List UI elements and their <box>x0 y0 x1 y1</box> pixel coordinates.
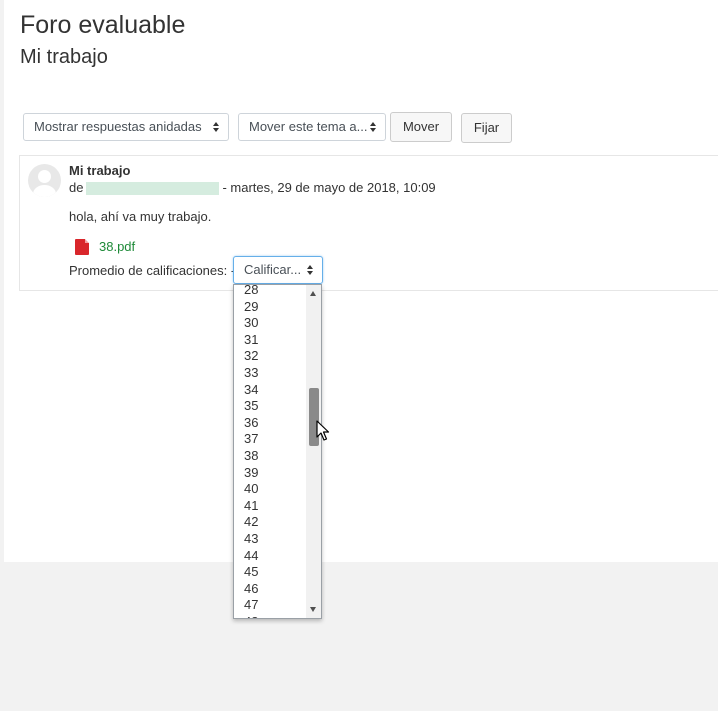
rating-option[interactable]: 28 <box>234 285 306 299</box>
move-button[interactable]: Mover <box>390 112 452 142</box>
scroll-down-arrow-icon[interactable] <box>310 607 316 612</box>
post-author-prefix: de <box>69 180 84 195</box>
mouse-cursor-icon <box>316 420 330 441</box>
rating-dropdown-list[interactable]: 28 29 30 31 32 33 34 35 36 37 38 39 40 41 42 43 44 45 46 47… <box>233 284 322 619</box>
rating-option[interactable]: 47 <box>234 597 306 614</box>
avatar[interactable] <box>28 164 61 197</box>
move-topic-select[interactable]: Mover este tema a... <box>238 113 386 141</box>
select-caret-icon <box>307 265 314 276</box>
scroll-up-arrow-icon[interactable] <box>310 291 316 296</box>
rating-option[interactable]: 30 <box>234 315 306 332</box>
rating-option[interactable]: 33 <box>234 365 306 382</box>
rating-option[interactable]: 29 <box>234 299 306 316</box>
post-meta: de - martes, 29 de mayo de 2018, 10:09 <box>69 180 436 196</box>
rating-option[interactable]: 45 <box>234 564 306 581</box>
display-mode-value: Mostrar respuestas anidadas <box>34 119 202 134</box>
move-topic-value: Mover este tema a... <box>249 119 368 134</box>
page-title: Foro evaluable <box>20 11 186 39</box>
avatar-body-icon <box>33 185 56 197</box>
rating-option[interactable]: 48 <box>234 614 306 618</box>
rating-option[interactable]: 38 <box>234 448 306 465</box>
select-caret-icon <box>213 122 220 133</box>
rating-select[interactable]: Calificar... <box>233 256 323 284</box>
discussion-title: Mi trabajo <box>20 46 108 68</box>
pdf-icon <box>75 239 89 255</box>
rating-options: 28 29 30 31 32 33 34 35 36 37 38 39 40 41 42 43 44 45 46 47… <box>234 285 306 618</box>
main-content: Foro evaluable Mi trabajo Mostrar respue… <box>4 0 718 562</box>
post-subject: Mi trabajo <box>69 163 131 178</box>
rating-option[interactable]: 35 <box>234 398 306 415</box>
rating-option[interactable]: 31 <box>234 332 306 349</box>
rating-option[interactable]: 43 <box>234 531 306 548</box>
rating-option[interactable]: 46 <box>234 581 306 598</box>
rating-option[interactable]: 41 <box>234 498 306 515</box>
rating-option[interactable]: 39 <box>234 465 306 482</box>
rating-select-value: Calificar... <box>244 262 302 277</box>
post-body: hola, ahí va muy trabajo. <box>69 209 212 224</box>
avatar-head-icon <box>38 170 51 183</box>
rating-option[interactable]: 36 <box>234 415 306 432</box>
rating-option[interactable]: 34 <box>234 382 306 399</box>
rating-option[interactable]: 44 <box>234 548 306 565</box>
attachment-name: 38.pdf <box>99 239 136 254</box>
rating-option[interactable]: 40 <box>234 481 306 498</box>
rating-option[interactable]: 37 <box>234 431 306 448</box>
forum-post: Mi trabajo de - martes, 29 de mayo de 201… <box>19 155 718 291</box>
select-caret-icon <box>370 122 377 133</box>
post-date: - martes, 29 de mayo de 2018, 10:09 <box>222 180 436 195</box>
post-author-redacted[interactable] <box>86 182 220 196</box>
rating-average-label: Promedio de calificaciones: - <box>69 263 236 278</box>
rating-option[interactable]: 42 <box>234 514 306 531</box>
display-mode-select[interactable]: Mostrar respuestas anidadas <box>23 113 229 141</box>
pin-button[interactable]: Fijar <box>461 113 512 143</box>
rating-option[interactable]: 32 <box>234 348 306 365</box>
scrollbar[interactable] <box>306 285 321 618</box>
